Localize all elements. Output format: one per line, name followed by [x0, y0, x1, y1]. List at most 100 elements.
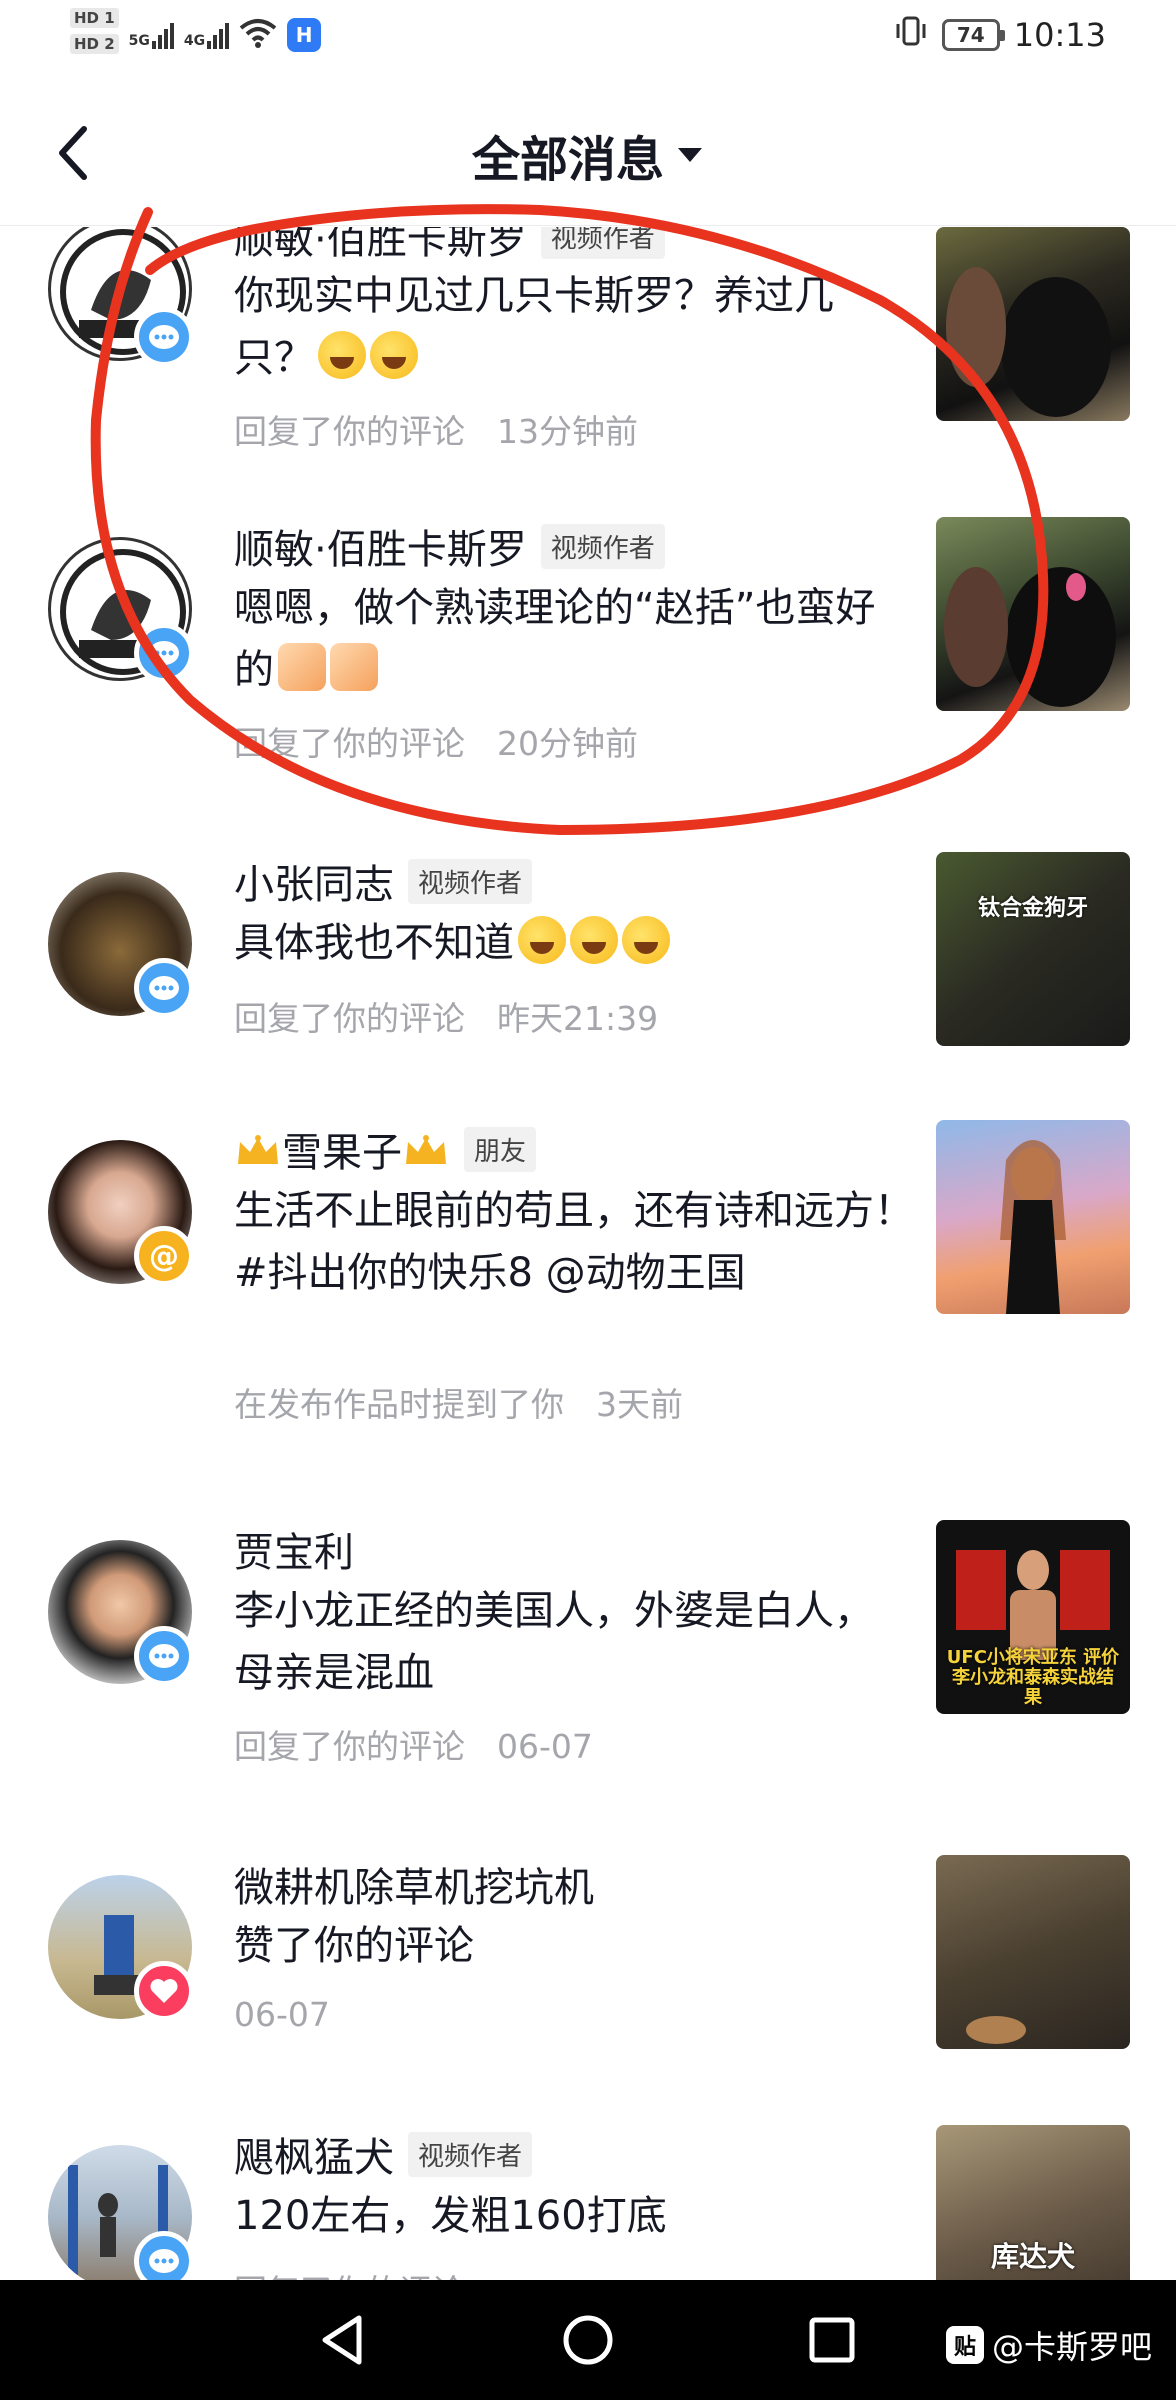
timestamp: 13分钟前 — [497, 412, 638, 451]
battery-icon: 74 — [941, 19, 1005, 51]
message-meta: 在发布作品时提到了你 3天前 — [234, 1378, 683, 1426]
thumbs-up-emoji-icon — [278, 643, 326, 691]
name-row: 小张同志 视频作者 — [234, 852, 533, 910]
hd1-indicator: HD 1 — [70, 8, 119, 28]
sender-name-text: 雪果子 — [282, 1130, 402, 1176]
nav-home-button[interactable] — [550, 2302, 626, 2378]
laughing-emoji-icon — [518, 916, 566, 964]
video-thumbnail[interactable] — [936, 517, 1130, 711]
message-meta: 回复了你的评论 13分钟前 — [234, 405, 638, 453]
list-item[interactable]: 小张同志 视频作者 具体我也不知道 回复了你的评论 昨天21:39 钛合金狗牙 — [0, 852, 1176, 1092]
video-thumbnail[interactable] — [936, 227, 1130, 421]
signal-bars-icon — [151, 21, 174, 49]
video-thumbnail[interactable] — [936, 1120, 1130, 1314]
header: 全部消息 — [0, 80, 1176, 226]
watermark-text: @卡斯罗吧 — [991, 2328, 1152, 2366]
status-right: 74 10:13 — [894, 14, 1106, 56]
list-item[interactable]: 贾宝利 李小龙正经的美国人，外婆是白人，母亲是混血 回复了你的评论 06-07 U… — [0, 1520, 1176, 1780]
laughing-emoji-icon — [370, 331, 418, 379]
thumbnail-caption: 库达犬 — [990, 2240, 1075, 2273]
message-text[interactable]: 赞了你的评论 — [234, 1915, 884, 1977]
sender-name[interactable]: 顺敏·佰胜卡斯罗 — [234, 227, 527, 265]
timestamp: 3天前 — [596, 1385, 683, 1424]
video-thumbnail[interactable]: 钛合金狗牙 — [936, 852, 1130, 1046]
name-row: 贾宝利 — [234, 1520, 354, 1578]
author-tag: 视频作者 — [408, 858, 533, 904]
sender-name[interactable]: 飓枫猛犬 — [234, 2125, 394, 2183]
like-badge-icon — [134, 1961, 194, 2021]
comment-badge-icon — [134, 1626, 194, 1686]
baidu-tieba-logo-icon: 贴 — [945, 2326, 984, 2364]
signal-5g: 5G — [129, 21, 174, 49]
video-thumbnail[interactable] — [936, 1855, 1130, 2049]
friend-tag: 朋友 — [464, 1126, 537, 1172]
wifi-icon — [239, 18, 277, 52]
video-thumbnail[interactable]: UFC小将宋亚东 评价李小龙和泰森实战结果 — [936, 1520, 1130, 1714]
crown-icon — [238, 1135, 278, 1164]
list-item[interactable]: @ 雪果子 朋友 生活不止眼前的苟且，还有诗和远方！#抖出你的快乐8 @动物王国… — [0, 1120, 1176, 1450]
vibrate-icon — [894, 14, 928, 56]
net-4g-label: 4G — [183, 33, 206, 49]
message-meta: 回复了你的评论 — [234, 2265, 465, 2280]
action-text: 回复了你的评论 — [234, 999, 465, 1038]
thumbnail-caption: UFC小将宋亚东 评价李小龙和泰森实战结果 — [946, 1647, 1120, 1708]
list-item[interactable]: 顺敏·佰胜卡斯罗 视频作者 你现实中见过几只卡斯罗？养过几只？ 回复了你的评论 1… — [0, 227, 1176, 567]
thumbnail-caption: 钛合金狗牙 — [977, 896, 1088, 921]
video-thumbnail[interactable]: 库达犬 — [936, 2125, 1130, 2280]
message-text-content: 具体我也不知道 — [234, 920, 514, 966]
message-text[interactable]: 具体我也不知道 — [234, 912, 884, 974]
thumbs-up-emoji-icon — [330, 643, 378, 691]
comment-badge-icon — [134, 958, 194, 1018]
nav-back-button[interactable] — [304, 2302, 380, 2378]
mention-badge-icon: @ — [134, 1226, 194, 1286]
hd-indicators: HD 1 HD 2 — [70, 8, 119, 54]
sender-name[interactable]: 顺敏·佰胜卡斯罗 — [234, 517, 527, 575]
triangle-back-icon — [322, 2315, 362, 2365]
sender-name[interactable]: 微耕机除草机挖坑机 — [234, 1855, 594, 1913]
author-tag: 视频作者 — [540, 227, 665, 259]
message-meta: 回复了你的评论 昨天21:39 — [234, 992, 658, 1040]
sender-name[interactable]: 雪果子 — [234, 1120, 450, 1178]
name-row: 飓枫猛犬 视频作者 — [234, 2125, 533, 2183]
comment-badge-icon — [134, 623, 194, 683]
list-item[interactable]: 顺敏·佰胜卡斯罗 视频作者 嗯嗯，做个熟读理论的“赵括”也蛮好的 回复了你的评论… — [0, 517, 1176, 807]
nav-recents-button[interactable] — [794, 2302, 870, 2378]
action-text: 回复了你的评论 — [234, 724, 465, 763]
page-title: 全部消息 — [471, 132, 664, 188]
signal-bars-icon — [207, 21, 230, 49]
system-nav-bar: 贴 @卡斯罗吧 — [0, 2280, 1176, 2400]
vpn-icon: H — [287, 18, 322, 52]
message-text[interactable]: 嗯嗯，做个熟读理论的“赵括”也蛮好的 — [234, 577, 884, 701]
sender-name[interactable]: 贾宝利 — [234, 1520, 354, 1578]
comment-badge-icon — [134, 307, 194, 367]
title-dropdown[interactable]: 全部消息 — [0, 120, 1176, 190]
square-recents-icon — [809, 2317, 855, 2363]
message-text[interactable]: 120左右，发粗160打底 — [234, 2185, 884, 2247]
list-item[interactable]: 飓枫猛犬 视频作者 120左右，发粗160打底 回复了你的评论 库达犬 — [0, 2125, 1176, 2280]
timestamp: 06-07 — [234, 1995, 330, 2034]
crown-icon — [406, 1135, 446, 1164]
message-meta: 回复了你的评论 20分钟前 — [234, 717, 638, 765]
status-bar: HD 1 HD 2 5G 4G H 74 10:13 — [0, 0, 1176, 80]
clock: 10:13 — [1013, 16, 1106, 54]
laughing-emoji-icon — [570, 916, 618, 964]
watermark: 贴 @卡斯罗吧 — [945, 2322, 1152, 2368]
name-row: 顺敏·佰胜卡斯罗 视频作者 — [234, 227, 665, 265]
action-text: 回复了你的评论 — [234, 412, 465, 451]
name-row: 微耕机除草机挖坑机 — [234, 1855, 594, 1913]
signal-4g: 4G — [183, 21, 230, 49]
sender-name[interactable]: 小张同志 — [234, 852, 394, 910]
hd2-indicator: HD 2 — [70, 34, 119, 54]
message-text[interactable]: 你现实中见过几只卡斯罗？养过几只？ — [234, 265, 884, 389]
list-item[interactable]: 微耕机除草机挖坑机 赞了你的评论 06-07 — [0, 1855, 1176, 2075]
message-text[interactable]: 李小龙正经的美国人，外婆是白人，母亲是混血 — [234, 1580, 894, 1704]
message-text[interactable]: 生活不止眼前的苟且，还有诗和远方！#抖出你的快乐8 @动物王国 — [234, 1180, 914, 1304]
author-tag: 视频作者 — [540, 523, 665, 569]
name-row: 顺敏·佰胜卡斯罗 视频作者 — [234, 517, 665, 575]
author-tag: 视频作者 — [408, 2131, 533, 2177]
caret-down-icon — [678, 148, 702, 162]
name-row: 雪果子 朋友 — [234, 1120, 537, 1178]
timestamp: 06-07 — [497, 1727, 593, 1766]
status-left: HD 1 HD 2 5G 4G H — [70, 8, 322, 54]
message-list: 顺敏·佰胜卡斯罗 视频作者 你现实中见过几只卡斯罗？养过几只？ 回复了你的评论 1… — [0, 227, 1176, 2280]
